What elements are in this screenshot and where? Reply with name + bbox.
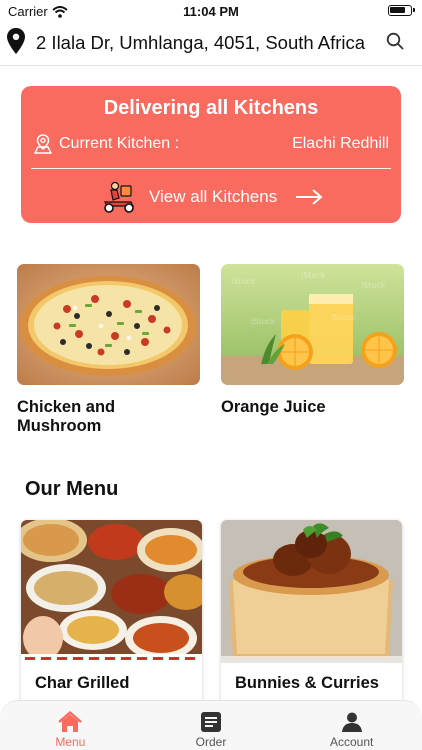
tab-account[interactable]: Account xyxy=(281,701,422,750)
menu-category-title: Bunnies & Curries xyxy=(235,674,379,692)
our-menu-heading: Our Menu xyxy=(25,478,119,500)
view-all-kitchens-button[interactable]: View all Kitchens xyxy=(101,180,323,214)
menu-category-char-grilled[interactable]: Char Grilled xyxy=(21,520,202,720)
tab-order-label: Order xyxy=(195,735,227,749)
tab-menu[interactable]: Menu xyxy=(0,701,141,750)
battery-icon xyxy=(388,5,415,16)
svg-text:iStock: iStock xyxy=(361,281,386,290)
svg-text:iStock: iStock xyxy=(251,317,276,326)
current-kitchen-value: Elachi Redhill xyxy=(292,135,389,152)
banner-divider xyxy=(31,168,391,169)
featured-item-orange-juice[interactable]: iStock iStock iStock iStock iStock Orange J… xyxy=(221,264,404,417)
delivery-banner: Delivering all Kitchens Current Kitchen … xyxy=(21,86,401,223)
view-all-kitchens-label: View all Kitchens xyxy=(149,187,278,206)
order-icon xyxy=(201,712,221,732)
orange-juice-image: iStock iStock iStock iStock iStock xyxy=(221,264,404,385)
status-time: 11:04 PM xyxy=(183,4,239,19)
banner-title: Delivering all Kitchens xyxy=(103,97,319,119)
account-icon xyxy=(341,712,362,732)
current-kitchen-row: Current Kitchen : Elachi Redhill xyxy=(33,132,389,156)
current-kitchen-label: Current Kitchen : xyxy=(59,135,180,152)
delivery-scooter-icon xyxy=(104,181,134,213)
bunny-chow-image xyxy=(221,520,402,663)
char-grilled-image xyxy=(21,520,202,663)
arrow-right-icon xyxy=(296,189,323,205)
pizza-image xyxy=(17,264,200,385)
svg-text:iStock: iStock xyxy=(331,313,356,322)
menu-category-bunnies-curries[interactable]: Bunnies & Curries xyxy=(221,520,402,720)
featured-item-title: Chicken and Mushroom xyxy=(17,398,116,435)
location-pin-icon xyxy=(7,28,25,54)
tab-menu-label: Menu xyxy=(55,735,86,749)
delivery-address[interactable]: 2 Ilala Dr, Umhlanga, 4051, South Africa xyxy=(36,32,365,54)
map-pin-icon xyxy=(33,134,53,154)
bottom-tab-bar: Menu Order Account xyxy=(0,700,422,750)
svg-text:iStock: iStock xyxy=(301,271,326,280)
home-icon xyxy=(58,711,83,732)
svg-text:iStock: iStock xyxy=(231,277,256,286)
search-icon[interactable] xyxy=(386,32,404,50)
tab-account-label: Account xyxy=(330,735,374,749)
featured-item-title: Orange Juice xyxy=(221,398,326,416)
menu-category-title: Char Grilled xyxy=(35,674,130,692)
featured-item-chicken-mushroom[interactable]: Chicken and Mushroom xyxy=(17,264,200,436)
address-bar[interactable]: 2 Ilala Dr, Umhlanga, 4051, South Africa xyxy=(0,24,422,66)
status-bar: Carrier 11:04 PM xyxy=(0,0,422,22)
tab-order[interactable]: Order xyxy=(141,701,282,750)
